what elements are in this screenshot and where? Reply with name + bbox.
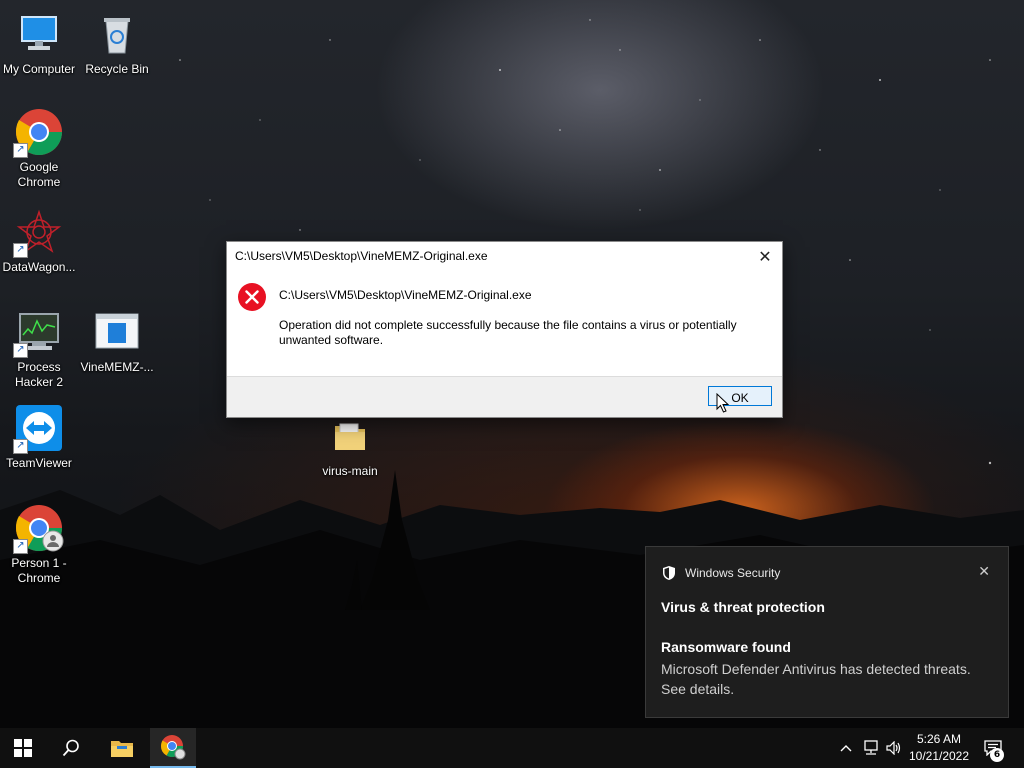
shortcut-arrow-icon: ↗ xyxy=(13,243,28,258)
desktop-icon-label: Recycle Bin xyxy=(85,62,149,76)
dialog-message: Operation did not complete successfully … xyxy=(279,318,737,347)
clock-date: 10/21/2022 xyxy=(908,749,970,763)
dialog-titlebar[interactable]: C:\Users\VM5\Desktop\VineMEMZ-Original.e… xyxy=(227,242,782,272)
network-button[interactable] xyxy=(860,728,882,768)
file-explorer-icon xyxy=(111,741,133,757)
desktop-icon-person1-chrome[interactable]: ↗ Person 1 - Chrome xyxy=(0,502,78,586)
taskbar-chrome[interactable] xyxy=(150,728,196,768)
search-button[interactable] xyxy=(48,728,94,768)
close-icon: ✕ xyxy=(978,563,990,579)
chrome-icon: ↗ xyxy=(13,106,65,158)
show-hidden-icons-button[interactable] xyxy=(836,728,856,768)
desktop-icon-teamviewer[interactable]: ↗ TeamViewer xyxy=(0,402,78,471)
security-notification[interactable]: Windows Security ✕ Virus & threat protec… xyxy=(645,546,1009,718)
exe-window-icon xyxy=(91,306,143,358)
desktop-icon-label: Google Chrome xyxy=(17,160,61,189)
search-icon xyxy=(62,739,79,757)
desktop-icon-my-computer[interactable]: My Computer xyxy=(0,8,78,77)
desktop-icon-process-hacker[interactable]: ↗ Process Hacker 2 xyxy=(0,306,78,390)
desktop-icon-virus-main[interactable]: virus-main xyxy=(311,410,389,479)
dialog-close-button[interactable]: ✕ xyxy=(754,246,776,268)
desktop-icon-recycle-bin[interactable]: Recycle Bin xyxy=(78,8,156,77)
datawagon-icon: ↗ xyxy=(13,206,65,258)
desktop-icon-google-chrome[interactable]: ↗ Google Chrome xyxy=(0,106,78,190)
windows-logo-icon xyxy=(14,739,32,757)
dialog-body: C:\Users\VM5\Desktop\VineMEMZ-Original.e… xyxy=(227,272,782,376)
start-button[interactable] xyxy=(0,728,46,768)
desktop-icon-label: virus-main xyxy=(322,464,378,478)
desktop-icon-label: DataWagon... xyxy=(2,260,76,274)
error-dialog: C:\Users\VM5\Desktop\VineMEMZ-Original.e… xyxy=(226,241,783,418)
taskbar-file-explorer[interactable] xyxy=(99,728,145,768)
notification-detail[interactable]: Microsoft Defender Antivirus has detecte… xyxy=(661,659,981,699)
dialog-file-path: C:\Users\VM5\Desktop\VineMEMZ-Original.e… xyxy=(279,288,532,302)
error-icon xyxy=(238,283,266,311)
shortcut-arrow-icon: ↗ xyxy=(13,539,28,554)
computer-icon xyxy=(13,8,65,60)
shortcut-arrow-icon: ↗ xyxy=(13,143,28,158)
dialog-title: C:\Users\VM5\Desktop\VineMEMZ-Original.e… xyxy=(235,249,488,263)
desktop-icon-label: VineMEMZ-... xyxy=(80,360,154,374)
chevron-up-icon xyxy=(840,745,852,752)
notification-app-name: Windows Security xyxy=(685,566,781,580)
notification-count-badge: 6 xyxy=(990,748,1004,762)
notification-subheading: Ransomware found xyxy=(661,639,791,655)
desktop-icon-label: TeamViewer xyxy=(6,456,72,470)
desktop-icon-vinememz[interactable]: VineMEMZ-... xyxy=(78,306,156,375)
teamviewer-icon: ↗ xyxy=(13,402,65,454)
notification-heading: Virus & threat protection xyxy=(661,599,825,615)
shortcut-arrow-icon: ↗ xyxy=(13,343,28,358)
dialog-footer: OK xyxy=(227,376,782,417)
desktop-icon-label: Process Hacker 2 xyxy=(14,360,64,389)
desktop-icon-label: My Computer xyxy=(2,62,76,76)
chrome-profile-icon xyxy=(161,735,186,760)
chrome-profile-icon: ↗ xyxy=(13,502,65,554)
network-icon xyxy=(864,740,878,755)
desktop-icon-label: Person 1 - Chrome xyxy=(11,556,67,585)
mouse-cursor-icon xyxy=(716,393,730,413)
notification-app-row: Windows Security xyxy=(661,565,780,581)
recycle-bin-icon xyxy=(91,8,143,60)
process-hacker-icon: ↗ xyxy=(13,306,65,358)
desktop-icon-datawagon[interactable]: ↗ DataWagon... xyxy=(0,206,78,275)
shortcut-arrow-icon: ↗ xyxy=(13,439,28,454)
close-icon: ✕ xyxy=(758,249,772,266)
taskbar-clock[interactable]: 5:26 AM 10/21/2022 xyxy=(900,731,978,765)
clock-time: 5:26 AM xyxy=(916,732,962,746)
notification-close-button[interactable]: ✕ xyxy=(978,563,990,580)
shield-icon xyxy=(663,566,675,580)
taskbar: 5:26 AM 10/21/2022 6 xyxy=(0,728,1024,768)
